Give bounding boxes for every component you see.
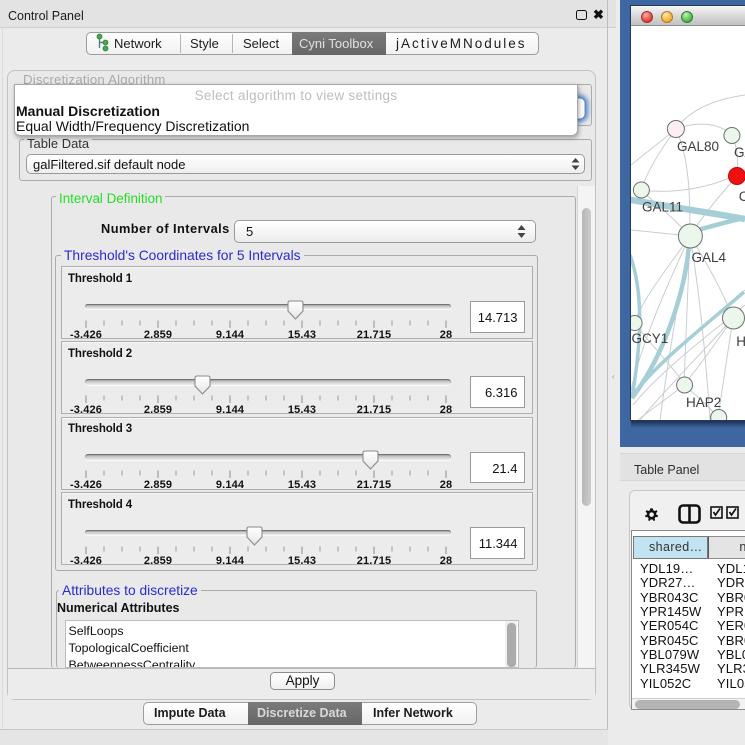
svg-text:HIS4: HIS4 [736, 334, 745, 349]
svg-text:GAL4: GAL4 [692, 250, 727, 265]
svg-text:GAL80: GAL80 [677, 139, 719, 154]
svg-text:GAL3: GAL3 [734, 145, 745, 160]
svg-text:GCY1: GCY1 [632, 331, 669, 346]
svg-text:HAP2: HAP2 [686, 395, 721, 410]
svg-text:CYC8: CYC8 [739, 189, 745, 204]
svg-text:GAL11: GAL11 [642, 200, 683, 215]
